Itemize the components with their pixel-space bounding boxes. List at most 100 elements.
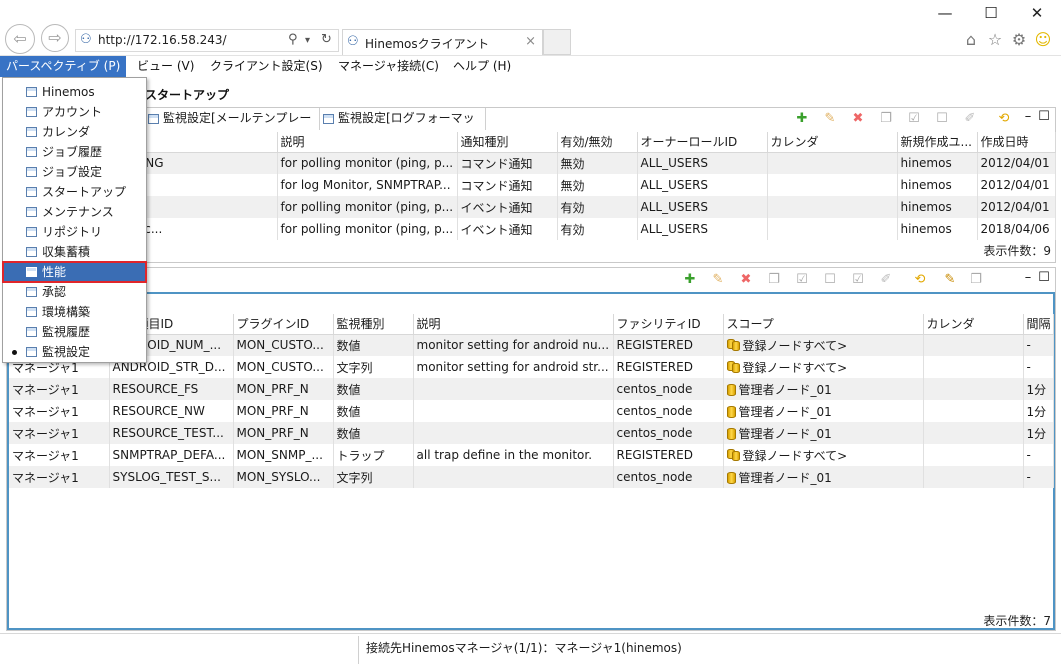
home-icon[interactable]: ⌂ <box>962 30 980 49</box>
perspective-item[interactable]: スタートアップ <box>3 182 146 202</box>
maximize-icon[interactable]: ☐ <box>981 4 1001 22</box>
table-row[interactable]: マネージャ1 RESOURCE_NW MON_PRF_N 数値 centos_node 管… <box>9 400 1054 422</box>
column-header[interactable]: 有効/無効 <box>557 132 638 153</box>
perspective-item[interactable]: ジョブ設定 <box>3 162 146 182</box>
perspective-item[interactable]: 監視設定 <box>3 342 146 362</box>
perspective-item[interactable]: ジョブ履歴 <box>3 142 146 162</box>
table-row[interactable]: EVENT_FOR_POLLINGfor polling monitor (pi… <box>7 196 1056 218</box>
perspective-item[interactable]: リポジトリ <box>3 222 146 242</box>
disable-icon[interactable]: ☐ <box>822 272 838 288</box>
perspective-item-label: メンテナンス <box>42 205 114 219</box>
check-icon[interactable]: ☑ <box>850 272 866 288</box>
gear-icon[interactable]: ⚙ <box>1010 30 1028 49</box>
table-cell: イベント通知 <box>457 218 558 240</box>
perspective-item[interactable]: 承認 <box>3 282 146 302</box>
table-cell: 無効 <box>557 174 638 196</box>
column-header[interactable]: 新規作成ユ... <box>897 132 978 153</box>
refresh-icon[interactable]: ↻ <box>321 32 332 47</box>
filter-icon[interactable]: ✐ <box>962 111 978 127</box>
edit-icon[interactable]: ✎ <box>822 111 838 127</box>
tab-mail-template[interactable]: 監視設定[メールテンプレート] <box>145 108 320 146</box>
minimize-icon[interactable]: — <box>935 4 955 22</box>
column-header[interactable]: 説明 <box>277 132 458 153</box>
column-header[interactable]: オーナーロールID <box>637 132 768 153</box>
site-icon: ⚇ <box>80 32 92 47</box>
add-icon[interactable]: ✚ <box>682 272 698 288</box>
table-row[interactable]: マネージャ1 RESOURCE_TEST... MON_PRF_N 数値 centos_… <box>9 422 1054 444</box>
delete-icon[interactable]: ✖ <box>850 111 866 127</box>
table-row[interactable]: マネージャ1 ANDROID_STR_D... MON_CUSTO... 文字列 mon… <box>9 356 1054 378</box>
delete-icon[interactable]: ✖ <box>738 272 754 288</box>
forward-icon[interactable]: ⇨ <box>41 24 69 52</box>
edit-icon[interactable]: ✎ <box>710 272 726 288</box>
maximize-view-icon[interactable]: ☐ <box>1036 270 1052 286</box>
table-cell: コマンド通知 <box>457 152 558 174</box>
refresh-icon[interactable]: ⟲ <box>912 272 928 288</box>
table-cell: RESOURCE_FS <box>109 378 234 400</box>
menu-help[interactable]: ヘルプ (H) <box>447 56 517 77</box>
perspective-icon <box>26 327 37 337</box>
column-header[interactable]: カレンダ <box>923 314 1024 335</box>
dropdown-arrow-icon[interactable]: ▾ <box>305 35 310 46</box>
column-header[interactable]: スコープ <box>723 314 924 335</box>
smiley-icon[interactable]: ☺ <box>1034 30 1052 49</box>
minimize-view-icon[interactable]: – <box>1020 109 1036 125</box>
table-cell: 管理者ノード_01 <box>723 466 924 488</box>
table-cell: MON_CUSTO... <box>233 356 334 378</box>
object-privilege-icon[interactable]: ✎ <box>942 272 958 288</box>
perspective-item[interactable]: 環境構築 <box>3 302 146 322</box>
column-header[interactable]: プラグインID <box>233 314 334 335</box>
perspective-item[interactable]: 収集蓄積 <box>3 242 146 262</box>
back-icon[interactable]: ⇦ <box>5 24 35 54</box>
star-icon[interactable]: ☆ <box>986 30 1004 49</box>
perspective-item[interactable]: Hinemos <box>3 82 146 102</box>
enable-icon[interactable]: ☑ <box>906 111 922 127</box>
table-cell: 2018/04/06 <box>977 218 1056 240</box>
summary-icon[interactable]: ❐ <box>968 272 984 288</box>
maximize-view-icon[interactable]: ☐ <box>1036 109 1052 125</box>
close-window-icon[interactable]: ✕ <box>1027 4 1047 22</box>
perspective-icon <box>26 227 37 237</box>
table-row[interactable]: COMMAND_FOR_POLLINGfor polling monitor (… <box>7 152 1056 174</box>
table-cell: 無効 <box>557 152 638 174</box>
column-header[interactable]: 作成日時 <box>977 132 1056 153</box>
tab-log-format[interactable]: 監視設定[ログフォーマット] <box>320 108 486 146</box>
menu-client-settings[interactable]: クライアント設定(S) <box>204 56 329 77</box>
perspective-item[interactable]: メンテナンス <box>3 202 146 222</box>
address-bar[interactable]: ⚇ http://172.16.58.243/ ⚲ ▾ ↻ <box>75 29 339 52</box>
copy-icon[interactable]: ❐ <box>878 111 894 127</box>
minimize-view-icon[interactable]: – <box>1020 270 1036 286</box>
close-icon[interactable]: × <box>525 34 536 49</box>
add-icon[interactable]: ✚ <box>794 111 810 127</box>
menu-manager-connection[interactable]: マネージャ接続(C) <box>332 56 445 77</box>
table-row[interactable]: マネージャ1 RESOURCE_FS MON_PRF_N 数値 centos_node 管… <box>9 378 1054 400</box>
menu-view[interactable]: ビュー (V) <box>131 56 200 77</box>
disable-icon[interactable]: ☐ <box>934 111 950 127</box>
perspective-item[interactable]: 性能 <box>2 261 147 283</box>
menu-perspective[interactable]: パースペクティブ (P) <box>0 56 127 77</box>
column-header[interactable]: 説明 <box>413 314 614 335</box>
column-header[interactable]: ファシリティID <box>613 314 724 335</box>
filter-icon[interactable]: ✐ <box>878 272 894 288</box>
column-header[interactable]: 間隔 <box>1023 314 1054 335</box>
refresh-icon[interactable]: ⟲ <box>996 111 1012 127</box>
perspective-item[interactable]: 監視履歴 <box>3 322 146 342</box>
browser-tab[interactable]: ⚇ Hinemosクライアント × <box>342 29 543 55</box>
new-tab-button[interactable] <box>543 29 571 55</box>
perspective-item[interactable]: アカウント <box>3 102 146 122</box>
table-row[interactable]: マネージャ1ANDROID_NUM_...MON_CUSTO...数値monit… <box>9 334 1054 356</box>
table-row[interactable]: COMMAND_FOR_TRAPfor log Monitor, SNMPTRA… <box>7 174 1056 196</box>
table-row[interactable]: マネージャ1 SNMPTRAP_DEFA... MON_SNMP_... トラップ al… <box>9 444 1054 466</box>
table-row[interactable]: マネージャ1 SYSLOG_TEST_S... MON_SYSLO... 文字列 cen… <box>9 466 1054 488</box>
table-row[interactable]: EVENT_FOR_POLLING_c...for polling monito… <box>7 218 1056 240</box>
column-header[interactable]: 通知種別 <box>457 132 558 153</box>
current-indicator-icon <box>12 350 17 355</box>
table-cell <box>923 400 1024 422</box>
column-header[interactable]: 監視種別 <box>333 314 414 335</box>
copy-icon[interactable]: ❐ <box>766 272 782 288</box>
cell-text: hinemos <box>900 200 952 214</box>
perspective-item[interactable]: カレンダ <box>3 122 146 142</box>
search-icon[interactable]: ⚲ <box>288 32 298 47</box>
enable-icon[interactable]: ☑ <box>794 272 810 288</box>
column-header[interactable]: カレンダ <box>767 132 898 153</box>
